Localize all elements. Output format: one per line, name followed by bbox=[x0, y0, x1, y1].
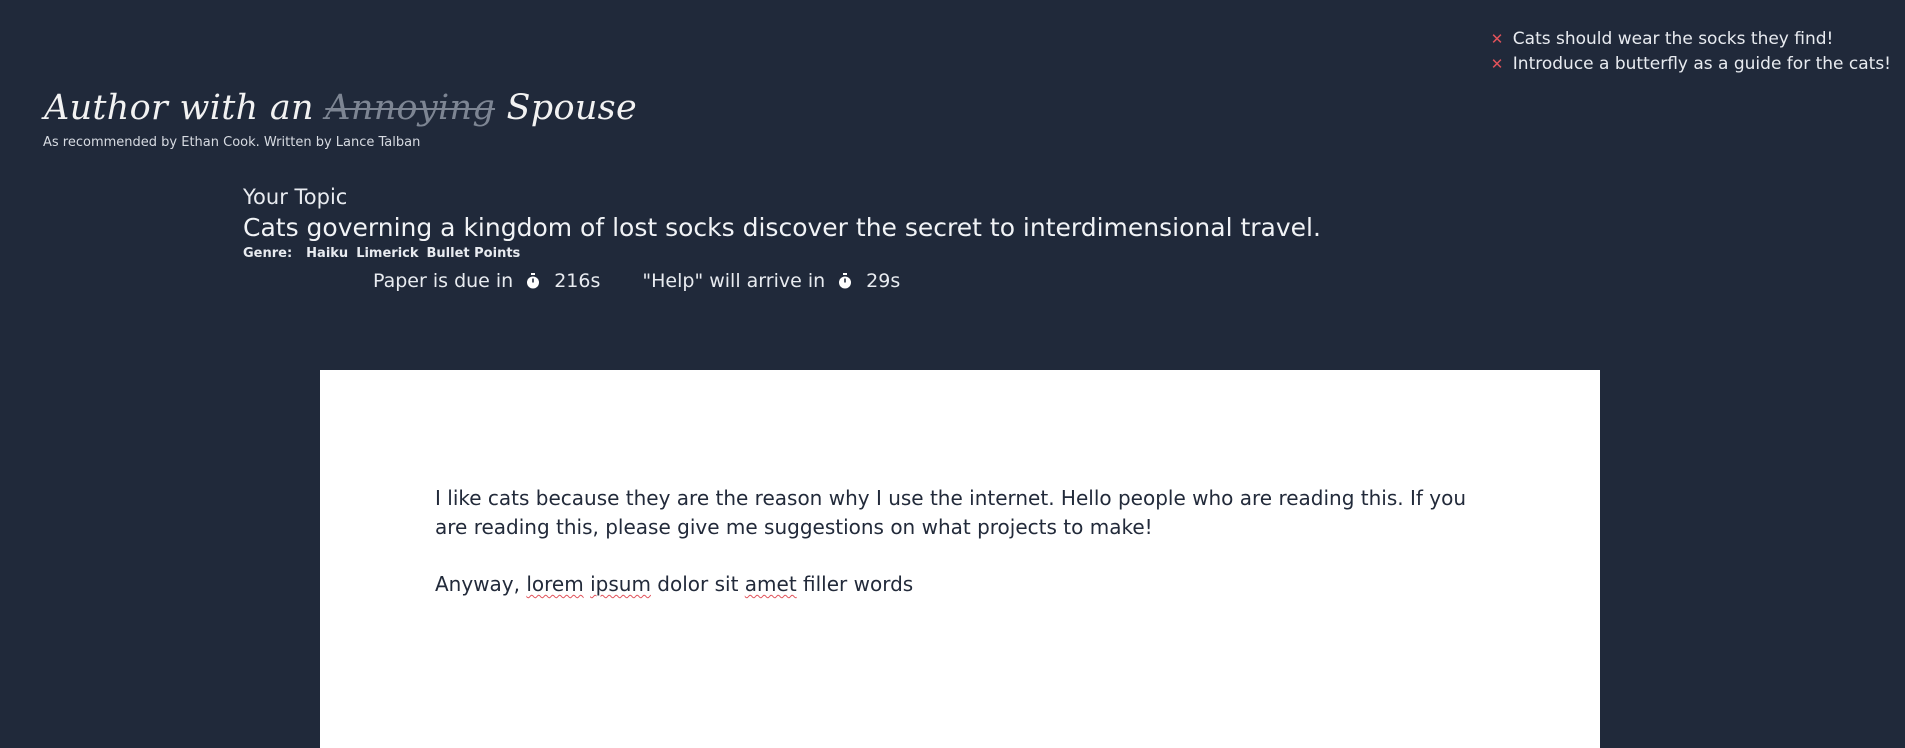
notification-item: ✕ Introduce a butterfly as a guide for t… bbox=[1491, 52, 1891, 77]
paper-editor[interactable]: I like cats because they are the reason … bbox=[320, 370, 1600, 748]
text-run: Anyway, bbox=[435, 572, 527, 596]
paragraph[interactable]: I like cats because they are the reason … bbox=[435, 484, 1495, 542]
stopwatch-icon bbox=[839, 273, 852, 289]
title-start: Author with an bbox=[44, 88, 314, 128]
paragraph[interactable]: Anyway, lorem ipsum dolor sit amet fille… bbox=[435, 570, 1495, 599]
notification-text: Introduce a butterfly as a guide for the… bbox=[1512, 54, 1891, 74]
genre-tag: Bullet Points bbox=[426, 246, 521, 261]
text-run: filler words bbox=[796, 572, 914, 596]
notification-text: Cats should wear the socks they find! bbox=[1512, 29, 1834, 49]
app-title: Author with an Annoying Spouse bbox=[44, 88, 637, 128]
help-value: 29s bbox=[866, 270, 901, 292]
close-icon[interactable]: ✕ bbox=[1491, 52, 1513, 77]
text-run: dolor sit bbox=[650, 572, 745, 596]
title-strikethrough: Annoying bbox=[325, 88, 496, 128]
close-icon[interactable]: ✕ bbox=[1491, 27, 1513, 52]
paper-due-value: 216s bbox=[554, 270, 601, 292]
notification-list: ✕ Cats should wear the socks they find! … bbox=[1491, 27, 1891, 77]
stopwatch-icon bbox=[527, 273, 540, 289]
misspelled-word[interactable]: ipsum bbox=[590, 572, 651, 596]
app-subtitle: As recommended by Ethan Cook. Written by… bbox=[43, 135, 421, 150]
genre-tag: Haiku bbox=[306, 246, 349, 261]
topic-label: Your Topic bbox=[243, 185, 348, 209]
misspelled-word[interactable]: amet bbox=[745, 572, 797, 596]
help-timer: "Help" will arrive in 29s bbox=[642, 270, 900, 292]
notification-item: ✕ Cats should wear the socks they find! bbox=[1491, 27, 1891, 52]
paper-due-timer: Paper is due in 216s bbox=[373, 270, 600, 292]
topic-text: Cats governing a kingdom of lost socks d… bbox=[243, 213, 1321, 242]
help-label: "Help" will arrive in bbox=[642, 270, 826, 292]
misspelled-word[interactable]: lorem bbox=[526, 572, 583, 596]
paper-due-label: Paper is due in bbox=[373, 270, 514, 292]
timers: Paper is due in 216s "Help" will arrive … bbox=[373, 270, 900, 292]
genre-label: Genre: bbox=[243, 246, 293, 261]
paper-text[interactable]: I like cats because they are the reason … bbox=[435, 484, 1495, 627]
genre-tag: Limerick bbox=[356, 246, 419, 261]
title-end: Spouse bbox=[506, 88, 637, 128]
genre-row: Genre: Haiku Limerick Bullet Points bbox=[243, 246, 520, 261]
